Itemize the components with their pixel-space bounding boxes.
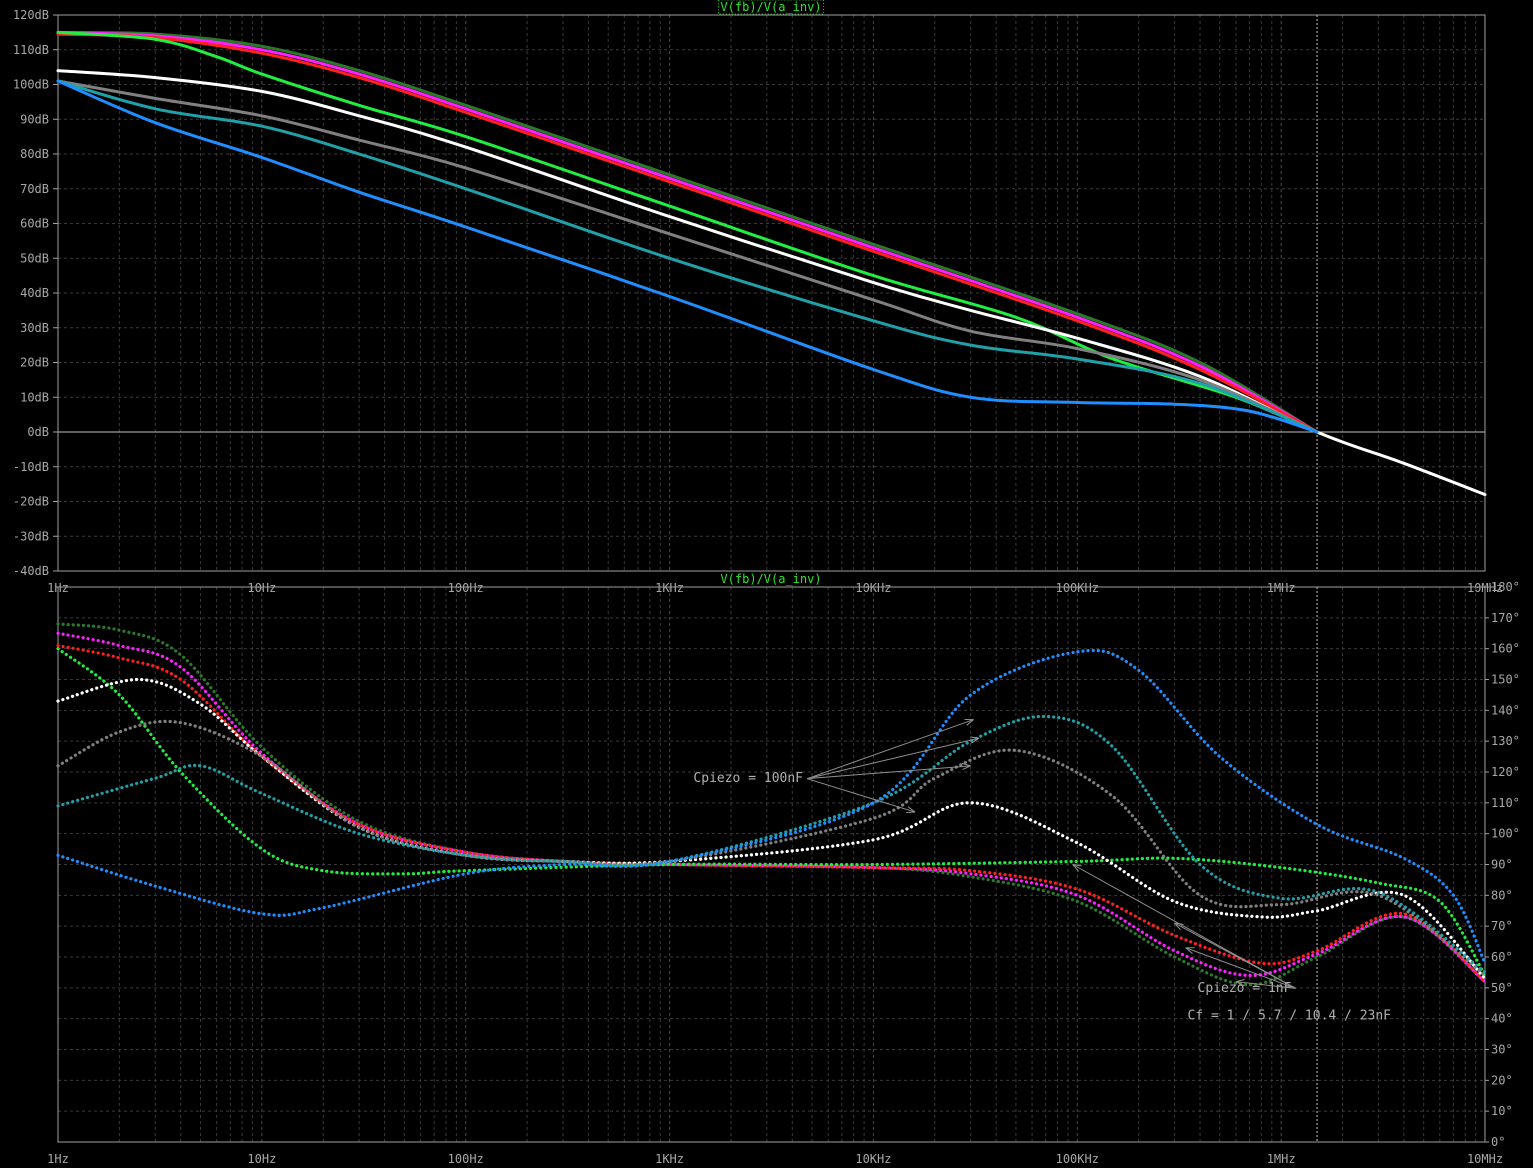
y-tick-label: 140° bbox=[1491, 703, 1520, 717]
y-tick-label: 110dB bbox=[13, 43, 49, 57]
y-tick-label: 20dB bbox=[20, 356, 49, 370]
y-tick-label: 180° bbox=[1491, 580, 1520, 594]
y-tick-label: 80dB bbox=[20, 147, 49, 161]
y-tick-label: 10dB bbox=[20, 390, 49, 404]
y-tick-label: 120dB bbox=[13, 8, 49, 22]
x-tick-label: 1MHz bbox=[1267, 1152, 1296, 1166]
y-tick-label: 170° bbox=[1491, 611, 1520, 625]
y-tick-label: -10dB bbox=[13, 460, 49, 474]
mag-series-2 bbox=[56, 32, 1319, 434]
y-tick-label: -30dB bbox=[13, 529, 49, 543]
y-tick-label: 60° bbox=[1491, 950, 1513, 964]
phase-panel: 1Hz 10Hz 100Hz 1KHz 10KHz 100KHz 1MHz 10MHz 180°… bbox=[47, 572, 1520, 1166]
y-tick-label: 50dB bbox=[20, 251, 49, 265]
y-tick-label: 10° bbox=[1491, 1104, 1513, 1118]
y-tick-label: 70° bbox=[1491, 919, 1513, 933]
bode-plot: 1Hz 10Hz 100Hz 1KHz 10KHz 100KHz 1MHz 10MHz 120d… bbox=[13, 0, 1520, 1166]
x-tick-label: 100Hz bbox=[448, 1152, 484, 1166]
ph-series-0 bbox=[56, 622, 1487, 987]
y-tick-label: 40° bbox=[1491, 1012, 1513, 1026]
ph-series-5 bbox=[56, 719, 1487, 978]
y-tick-label: 30° bbox=[1491, 1043, 1513, 1057]
mag-series-5 bbox=[56, 79, 1319, 434]
x-tick-label: 10KHz bbox=[855, 1152, 891, 1166]
annotation-cpiezo-100nf: Cpiezo = 100nF bbox=[693, 771, 803, 786]
x-tick-label: 100KHz bbox=[1056, 1152, 1099, 1166]
y-tick-label: 150° bbox=[1491, 673, 1520, 687]
y-tick-label: 130° bbox=[1491, 734, 1520, 748]
annotation-cf-values: Cf = 1 / 5.7 / 10.4 / 23nF bbox=[1188, 1009, 1392, 1024]
x-tick-label: 10MHz bbox=[1467, 1152, 1503, 1166]
mag-series-6 bbox=[56, 79, 1319, 434]
arrow-to-teal bbox=[807, 737, 980, 780]
y-tick-label: 70dB bbox=[20, 182, 49, 196]
magnitude-tick-labels: 1Hz 10Hz 100Hz 1KHz 10KHz 100KHz 1MHz 10MHz120d… bbox=[13, 8, 1503, 595]
y-tick-label: 100dB bbox=[13, 78, 49, 92]
y-tick-label: 0dB bbox=[27, 425, 49, 439]
y-tick-label: -40dB bbox=[13, 564, 49, 578]
mag-series-3 bbox=[56, 30, 1319, 434]
mag-series-4 bbox=[56, 69, 1487, 497]
y-tick-label: 110° bbox=[1491, 796, 1520, 810]
magnitude-panel: 1Hz 10Hz 100Hz 1KHz 10KHz 100KHz 1MHz 10MHz120d… bbox=[13, 0, 1503, 595]
mag-series-1 bbox=[56, 30, 1319, 434]
y-tick-label: 120° bbox=[1491, 765, 1520, 779]
phase-tick-labels: 1Hz 10Hz 100Hz 1KHz 10KHz 100KHz 1MHz 10MHz 180°… bbox=[47, 580, 1520, 1166]
phase-series bbox=[56, 622, 1487, 987]
y-tick-label: 100° bbox=[1491, 827, 1520, 841]
y-tick-label: 40dB bbox=[20, 286, 49, 300]
y-tick-label: 20° bbox=[1491, 1073, 1513, 1087]
x-tick-label: 10Hz bbox=[247, 1152, 276, 1166]
y-tick-label: 50° bbox=[1491, 981, 1513, 995]
y-tick-label: 90° bbox=[1491, 858, 1513, 872]
magnitude-series bbox=[56, 30, 1487, 497]
arrow-head bbox=[1072, 864, 1082, 872]
arrow-to-white bbox=[807, 778, 916, 813]
ph-series-7 bbox=[56, 648, 1487, 965]
magnitude-grid bbox=[57, 14, 1486, 572]
y-tick-label: 90dB bbox=[20, 112, 49, 126]
ph-series-1 bbox=[56, 631, 1487, 984]
phase-panel-title[interactable]: V(fb)/V(a_inv) bbox=[720, 572, 821, 586]
mag-series-0 bbox=[56, 30, 1319, 434]
y-tick-label: -20dB bbox=[13, 495, 49, 509]
arrow-to-red bbox=[1174, 922, 1296, 989]
x-tick-label: 1KHz bbox=[655, 1152, 684, 1166]
y-tick-label: 160° bbox=[1491, 642, 1520, 656]
arrow-to-blue bbox=[807, 719, 974, 780]
ph-series-2 bbox=[56, 644, 1487, 984]
magnitude-panel-title[interactable]: V(fb)/V(a_inv) bbox=[720, 0, 821, 14]
y-tick-label: 80° bbox=[1491, 888, 1513, 902]
ph-series-4 bbox=[56, 677, 1487, 981]
x-tick-label: 1Hz bbox=[47, 1152, 69, 1166]
y-tick-label: 60dB bbox=[20, 217, 49, 231]
phase-annotations: Cpiezo = 100nF Cpiezo = 1nF Cf = 1 / 5.7… bbox=[693, 719, 1392, 1024]
mag-series-7 bbox=[56, 79, 1319, 434]
y-tick-label: 30dB bbox=[20, 321, 49, 335]
y-tick-label: 0° bbox=[1491, 1135, 1505, 1149]
